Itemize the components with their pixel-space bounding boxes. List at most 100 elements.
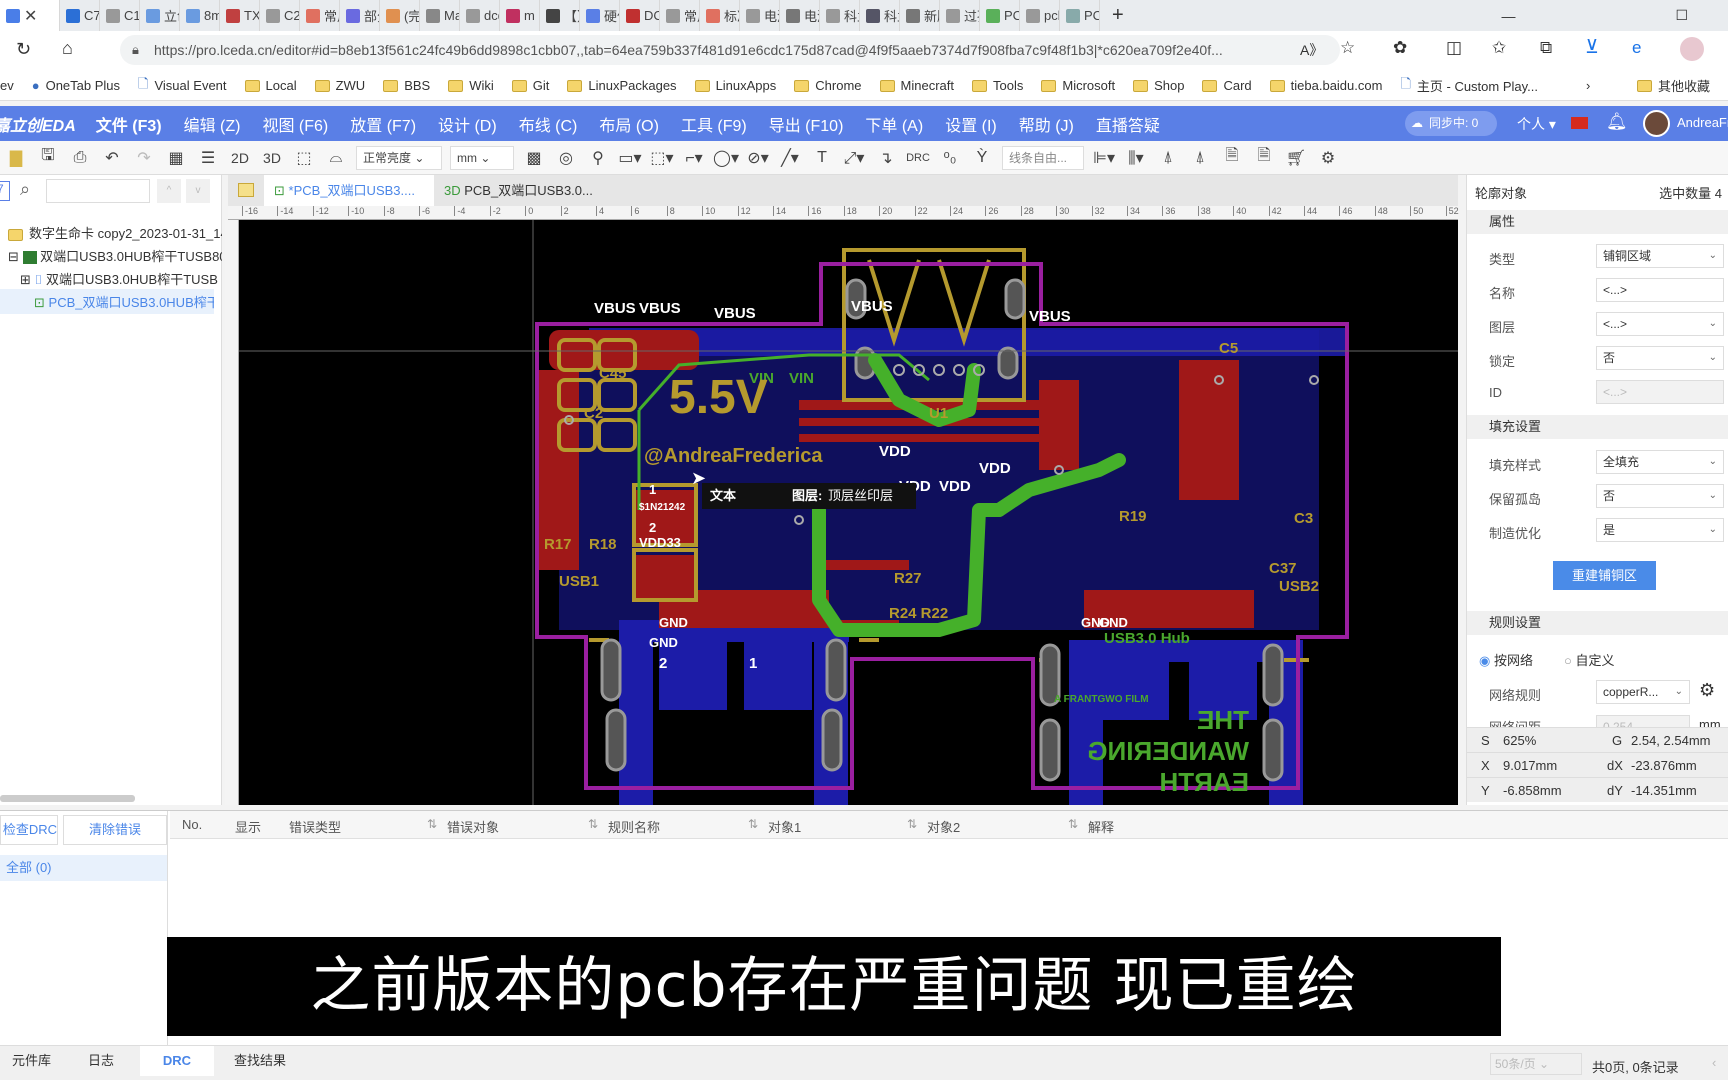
browser-tab[interactable]: dcd xyxy=(460,0,500,31)
region-icon[interactable]: ⬚▾ xyxy=(646,148,678,168)
prop-field[interactable]: <...> xyxy=(1596,278,1724,302)
browser-tab[interactable]: (完) xyxy=(380,0,420,31)
menu-item[interactable]: 布线 (C) xyxy=(519,112,578,136)
browser-tab[interactable]: m xyxy=(500,0,540,31)
prop-field[interactable]: 铺铜区域 ⌄ xyxy=(1596,244,1724,268)
tree-item-schematic[interactable]: ⊞ ⌷ 双端口USB3.0HUB榨干TUSB xyxy=(20,269,234,288)
browser-tab[interactable]: 科兰 xyxy=(820,0,860,31)
browser-tab[interactable]: pcb xyxy=(1020,0,1060,31)
bookmark[interactable]: 🗋︎ Visual Event xyxy=(138,75,226,97)
menu-item[interactable]: 布局 (O) xyxy=(599,112,659,136)
cart-icon[interactable]: 🛒︎ xyxy=(1280,148,1312,168)
column-header[interactable]: No. xyxy=(182,817,202,832)
tab-drc[interactable]: DRC xyxy=(140,1046,214,1076)
bom-icon[interactable]: 🗎 xyxy=(1248,144,1280,171)
personal-dropdown[interactable]: 个人 ▾ xyxy=(1517,114,1556,134)
bookmark[interactable]: Tools xyxy=(972,78,1023,93)
browser-tab[interactable]: 【】 xyxy=(540,0,580,31)
bookmark[interactable]: ● OneTab Plus xyxy=(32,78,120,93)
reload-icon[interactable]: ↻ xyxy=(16,39,31,60)
redo-icon[interactable]: ↷ xyxy=(128,148,160,168)
tree-item-board[interactable]: ⊟ 双端口USB3.0HUB榨干TUSB8041 xyxy=(8,246,222,265)
tab-library[interactable]: 元件库 xyxy=(0,1046,63,1076)
sort-icon[interactable]: ⇅ xyxy=(748,817,758,831)
filter-all[interactable]: 全部 (0) xyxy=(0,855,167,881)
ellipse-icon[interactable]: ◯▾ xyxy=(710,148,742,168)
profile-avatar[interactable] xyxy=(1680,37,1704,61)
browser-tab[interactable]: DC xyxy=(620,0,660,31)
tree-item-project[interactable]: 数字生命卡 copy2_2023-01-31_14 xyxy=(8,223,222,242)
section-properties[interactable]: 属性 xyxy=(1467,210,1728,234)
rebuild-copper-button[interactable]: 重建铺铜区 xyxy=(1553,561,1656,590)
prop-field[interactable]: 是 ⌄ xyxy=(1596,518,1724,542)
polyline-icon[interactable]: ⌐▾ xyxy=(678,148,710,168)
sort-icon[interactable]: ⇅ xyxy=(1068,817,1078,831)
collapse-icon[interactable]: ⊟ xyxy=(8,249,19,264)
browser-tab[interactable]: C29 xyxy=(260,0,300,31)
bookmark[interactable]: Microsoft xyxy=(1041,78,1115,93)
prop-field[interactable]: 全填充 ⌄ xyxy=(1596,450,1724,474)
flip-h-icon[interactable]: ⍋ xyxy=(1152,149,1184,167)
rule-settings-gear-icon[interactable]: ⚙ xyxy=(1699,680,1715,701)
menu-item[interactable]: 导出 (F10) xyxy=(769,112,844,136)
folder-icon[interactable] xyxy=(238,183,254,197)
line-icon[interactable]: ╱▾ xyxy=(774,148,806,168)
bookmark[interactable]: Card xyxy=(1202,78,1252,93)
flip-v-icon[interactable]: ⍋ xyxy=(1184,149,1216,167)
bookmark[interactable]: Minecraft xyxy=(879,78,954,93)
minimize-icon[interactable]: — xyxy=(1501,8,1515,24)
favorite-icon[interactable]: ☆ xyxy=(1340,38,1355,58)
grid-icon[interactable]: ▩ xyxy=(518,148,550,168)
bookmark[interactable]: ev xyxy=(0,78,14,93)
search-list-icon[interactable]: ☰ xyxy=(192,148,224,168)
filter-icon[interactable]: 7 xyxy=(0,181,10,201)
more-bookmarks-icon[interactable]: › xyxy=(1586,78,1590,93)
bookmark[interactable]: Git xyxy=(511,78,549,93)
via-icon[interactable]: ◎ xyxy=(550,148,582,168)
menu-item[interactable]: 文件 (F3) xyxy=(96,112,162,136)
column-header[interactable]: 错误对象 xyxy=(447,817,499,836)
browser-tab[interactable]: 立创 xyxy=(140,0,180,31)
menu-item[interactable]: 放置 (F7) xyxy=(350,112,416,136)
clear-errors-button[interactable]: 清除错误 xyxy=(63,815,167,845)
next-result-button[interactable]: v xyxy=(186,179,210,203)
prev-result-button[interactable]: ^ xyxy=(157,179,181,203)
extensions-icon[interactable]: ✿ xyxy=(1393,38,1407,58)
grid-layout-icon[interactable]: ▦ xyxy=(160,148,192,168)
browser-tab[interactable]: 硬件 xyxy=(580,0,620,31)
drc-button[interactable]: DRC xyxy=(902,152,934,164)
browser-tab[interactable]: 常用 xyxy=(660,0,700,31)
ie-icon[interactable]: e xyxy=(1632,38,1641,58)
zoom-fit-icon[interactable]: ⬚ xyxy=(288,148,320,168)
diff-pair-icon[interactable]: ᵒ₀ xyxy=(934,149,966,167)
menu-item[interactable]: 下单 (A) xyxy=(865,112,923,136)
column-header[interactable]: 对象1 xyxy=(768,817,801,836)
column-header[interactable]: 显示 xyxy=(235,817,261,836)
text-icon[interactable]: T xyxy=(806,149,838,167)
browser-tab[interactable]: 8m xyxy=(180,0,220,31)
radio-custom[interactable]: ○ 自定义 xyxy=(1564,650,1615,669)
save-version-icon[interactable]: ⎙ xyxy=(64,149,96,167)
horizontal-scrollbar[interactable] xyxy=(0,795,135,802)
favorites-icon[interactable]: ✩ xyxy=(1492,38,1506,58)
browser-tab[interactable]: Ma xyxy=(420,0,460,31)
menu-item[interactable]: 直播答疑 xyxy=(1096,112,1160,136)
align-icon[interactable]: ⊫▾ xyxy=(1088,148,1120,168)
line-mode-select[interactable]: 线条自由... xyxy=(1002,145,1084,170)
split-icon[interactable]: ◫ xyxy=(1446,38,1462,58)
browser-tab[interactable]: PCB xyxy=(980,0,1020,31)
unit-select[interactable]: mm ⌄ xyxy=(450,145,514,170)
bookmark[interactable]: LinuxApps xyxy=(694,78,776,93)
download-icon[interactable]: ⊻ xyxy=(1585,36,1599,59)
fanout-icon[interactable]: Ỳ xyxy=(966,149,998,167)
prop-field[interactable]: 否 ⌄ xyxy=(1596,346,1724,370)
china-flag-icon[interactable] xyxy=(1571,117,1588,129)
save-icon[interactable]: 🖫︎ xyxy=(32,144,64,171)
search-icon[interactable]: ⌕ xyxy=(20,179,30,200)
sync-status[interactable]: ☁ 同步中: 0 xyxy=(1405,111,1497,136)
tab-find-results[interactable]: 查找结果 xyxy=(222,1046,298,1076)
dimension-icon[interactable]: ⤢▾ xyxy=(838,148,870,168)
prop-field[interactable]: <...> xyxy=(1596,380,1724,404)
search-input[interactable] xyxy=(46,179,150,203)
browser-tab[interactable]: 常用 xyxy=(300,0,340,31)
